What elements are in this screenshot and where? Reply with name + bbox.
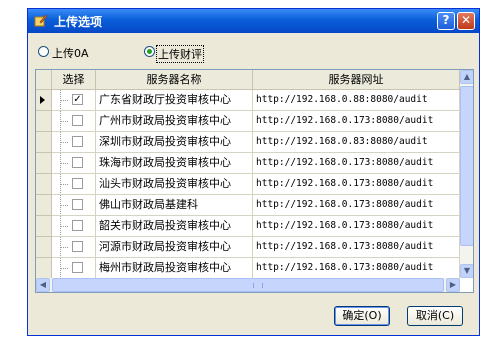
tree-line — [60, 205, 68, 206]
horizontal-scrollbar[interactable]: ◀ ▶ — [36, 278, 460, 292]
tree-line — [60, 142, 68, 143]
tree-line — [60, 100, 68, 101]
vertical-scroll-thumb[interactable] — [460, 86, 473, 246]
column-header-select[interactable]: 选择 — [52, 70, 96, 90]
row-header[interactable] — [36, 258, 52, 279]
select-checkbox[interactable] — [72, 262, 83, 273]
select-checkbox[interactable] — [72, 157, 83, 168]
select-checkbox[interactable] — [72, 199, 83, 210]
table-row[interactable]: 广州市财政局投资审核中心 http://192.168.0.173:8080/au… — [36, 111, 460, 132]
row-header[interactable] — [36, 216, 52, 237]
server-name-cell[interactable]: 汕头市财政局投资审核中心 — [96, 174, 253, 195]
tree-line — [60, 268, 68, 269]
pencil-document-icon — [34, 14, 48, 27]
row-header[interactable] — [36, 111, 52, 132]
row-header[interactable] — [36, 153, 52, 174]
column-header-url[interactable]: 服务器网址 — [253, 70, 460, 90]
server-name-cell[interactable]: 深圳市财政局投资审核中心 — [96, 132, 253, 153]
vertical-scrollbar[interactable]: ▲ ▼ — [460, 70, 473, 278]
server-grid[interactable]: 选择 服务器名称 服务器网址 ✓ 广东省财政厅投资审核中心 http://192.1… — [35, 69, 474, 293]
row-header[interactable] — [36, 195, 52, 216]
table-row[interactable]: 深圳市财政局投资审核中心 http://192.168.0.83:8080/aud… — [36, 132, 460, 153]
server-name-cell[interactable]: 河源市财政局投资审核中心 — [96, 237, 253, 258]
help-button[interactable]: ? — [437, 12, 455, 30]
select-cell — [52, 237, 96, 258]
title-bar[interactable]: 上传选项 ? ✕ — [28, 9, 479, 33]
table-row[interactable]: 韶关市财政局投资审核中心 http://192.168.0.173:8080/au… — [36, 216, 460, 237]
select-checkbox[interactable] — [72, 220, 83, 231]
select-checkbox[interactable] — [72, 241, 83, 252]
table-row[interactable]: 汕头市财政局投资审核中心 http://192.168.0.173:8080/au… — [36, 174, 460, 195]
radio-selected-dot — [147, 49, 152, 54]
tree-line — [60, 163, 68, 164]
server-name-cell[interactable]: 佛山市财政局基建科 — [96, 195, 253, 216]
tree-line — [60, 226, 68, 227]
column-header-name[interactable]: 服务器名称 — [96, 70, 253, 90]
server-name-cell[interactable]: 珠海市财政局投资审核中心 — [96, 153, 253, 174]
table-row[interactable]: 河源市财政局投资审核中心 http://192.168.0.173:8080/au… — [36, 237, 460, 258]
upload-finance-label[interactable]: 上传财评 — [156, 45, 204, 63]
upload-oa-radio[interactable] — [38, 46, 49, 57]
select-cell — [52, 195, 96, 216]
row-header[interactable] — [36, 174, 52, 195]
close-button[interactable]: ✕ — [457, 12, 475, 30]
table-row[interactable]: 佛山市财政局基建科 http://192.168.0.173:8080/audit — [36, 195, 460, 216]
server-url-cell[interactable]: http://192.168.0.173:8080/audit — [253, 237, 460, 258]
server-name-cell[interactable]: 广东省财政厅投资审核中心 — [96, 90, 253, 111]
server-url-cell[interactable]: http://192.168.0.173:8080/audit — [253, 174, 460, 195]
select-cell — [52, 153, 96, 174]
select-cell — [52, 174, 96, 195]
table-row[interactable]: ✓ 广东省财政厅投资审核中心 http://192.168.0.88:8080/au… — [36, 90, 460, 111]
server-url-cell[interactable]: http://192.168.0.173:8080/audit — [253, 111, 460, 132]
scroll-up-icon[interactable]: ▲ — [460, 70, 473, 84]
server-url-cell[interactable]: http://192.168.0.173:8080/audit — [253, 153, 460, 174]
select-cell — [52, 258, 96, 279]
select-checkbox[interactable] — [72, 136, 83, 147]
server-name-cell[interactable]: 韶关市财政局投资审核中心 — [96, 216, 253, 237]
upload-options-dialog: 上传选项 ? ✕ 上传0A 上传财评 选择 服务器名称 服务器网址 ✓ 广东省财政… — [27, 8, 480, 336]
scroll-grip-icon — [253, 283, 263, 288]
window-title: 上传选项 — [54, 15, 103, 29]
server-url-cell[interactable]: http://192.168.0.173:8080/audit — [253, 258, 460, 279]
row-header[interactable] — [36, 132, 52, 153]
scroll-right-icon[interactable]: ▶ — [446, 278, 460, 292]
select-checkbox[interactable]: ✓ — [72, 94, 83, 105]
upload-target-options: 上传0A 上传财评 — [38, 45, 298, 63]
tree-line — [60, 121, 68, 122]
server-url-cell[interactable]: http://192.168.0.88:8080/audit — [253, 90, 460, 111]
cancel-button[interactable]: 取消(C) — [407, 306, 463, 326]
scroll-down-icon[interactable]: ▼ — [460, 264, 473, 278]
upload-finance-radio[interactable] — [144, 46, 155, 57]
server-url-cell[interactable]: http://192.168.0.173:8080/audit — [253, 195, 460, 216]
select-cell — [52, 216, 96, 237]
select-cell — [52, 132, 96, 153]
row-header-corner — [36, 70, 52, 90]
current-row-arrow-icon — [40, 96, 45, 104]
server-url-cell[interactable]: http://192.168.0.173:8080/audit — [253, 216, 460, 237]
select-cell — [52, 111, 96, 132]
table-row[interactable]: 梅州市财政局投资审核中心 http://192.168.0.173:8080/au… — [36, 258, 460, 279]
tree-line — [60, 247, 68, 248]
select-checkbox[interactable] — [72, 115, 83, 126]
select-cell: ✓ — [52, 90, 96, 111]
tree-line — [60, 184, 68, 185]
horizontal-scroll-thumb[interactable] — [52, 278, 444, 292]
server-name-cell[interactable]: 广州市财政局投资审核中心 — [96, 111, 253, 132]
table-row[interactable]: 珠海市财政局投资审核中心 http://192.168.0.173:8080/au… — [36, 153, 460, 174]
select-checkbox[interactable] — [72, 178, 83, 189]
ok-button[interactable]: 确定(O) — [334, 306, 390, 326]
row-header[interactable] — [36, 237, 52, 258]
upload-oa-label[interactable]: 上传0A — [52, 45, 89, 61]
row-header[interactable] — [36, 90, 52, 111]
scroll-left-icon[interactable]: ◀ — [36, 278, 50, 292]
server-name-cell[interactable]: 梅州市财政局投资审核中心 — [96, 258, 253, 279]
server-url-cell[interactable]: http://192.168.0.83:8080/audit — [253, 132, 460, 153]
